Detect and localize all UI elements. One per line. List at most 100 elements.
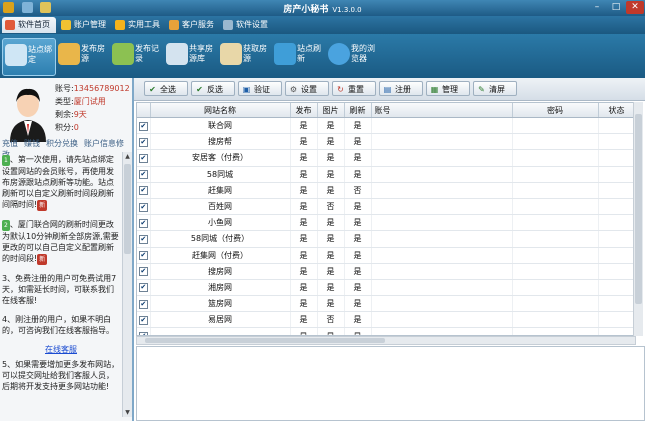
checkbox[interactable]: ✔ [138, 315, 148, 325]
table-row[interactable]: ✔ 安居客（付费）是是是 [137, 149, 635, 167]
account-cell[interactable] [371, 263, 513, 280]
row-checkbox[interactable]: ✔ [137, 133, 151, 151]
password-cell[interactable] [512, 263, 599, 280]
manage-button[interactable]: ▦ 管理 [426, 81, 470, 96]
tool-refresh[interactable]: 站点刷新 [272, 38, 324, 74]
row-checkbox[interactable]: ✔ [137, 182, 151, 199]
row-checkbox[interactable]: ✔ [137, 263, 151, 280]
checkbox[interactable]: ✔ [138, 170, 148, 180]
row-checkbox[interactable]: ✔ [137, 327, 151, 335]
col-publish[interactable]: 发布 [290, 103, 318, 118]
password-cell[interactable] [512, 214, 599, 232]
col-site-name[interactable]: 网站名称 [150, 103, 291, 118]
minimize-button[interactable]: – [588, 1, 606, 14]
account-cell[interactable] [371, 166, 513, 183]
tab-service[interactable]: 客户服务 [166, 17, 218, 33]
clear-screen-button[interactable]: ✎ 清屏 [473, 81, 517, 96]
select-all-button[interactable]: ✔ 全选 [144, 81, 188, 96]
checkbox[interactable]: ✔ [138, 202, 148, 212]
checkbox[interactable]: ✔ [138, 137, 148, 147]
row-checkbox[interactable]: ✔ [137, 230, 151, 248]
account-cell[interactable] [371, 198, 513, 216]
password-cell[interactable] [512, 198, 599, 216]
row-checkbox[interactable]: ✔ [137, 279, 151, 297]
password-cell[interactable] [512, 247, 599, 264]
table-hscrollbar[interactable] [136, 336, 636, 345]
settings-button[interactable]: ⚙ 设置 [285, 81, 329, 96]
table-scrollbar[interactable] [633, 102, 643, 336]
col-refresh[interactable]: 刷新 [344, 103, 372, 118]
reset-button[interactable]: ↻ 重置 [332, 81, 376, 96]
row-checkbox[interactable]: ✔ [137, 311, 151, 329]
table-row[interactable]: ✔ 小鱼网是是是 [137, 214, 635, 232]
account-cell[interactable] [371, 230, 513, 248]
checkbox[interactable]: ✔ [138, 234, 148, 244]
tool-fetch[interactable]: 获取房源 [218, 38, 270, 74]
account-cell[interactable] [371, 327, 513, 335]
table-row[interactable]: ✔ 联合网是是是 [137, 117, 635, 135]
log-output[interactable] [136, 346, 645, 421]
password-cell[interactable] [512, 311, 599, 329]
password-cell[interactable] [512, 295, 599, 313]
password-cell[interactable] [512, 182, 599, 199]
checkbox[interactable]: ✔ [138, 299, 148, 309]
checkbox[interactable]: ✔ [138, 153, 148, 163]
row-checkbox[interactable]: ✔ [137, 149, 151, 167]
account-cell[interactable] [371, 247, 513, 264]
tool-records[interactable]: 发布记录 [110, 38, 162, 74]
invert-select-button[interactable]: ✔ 反选 [191, 81, 235, 96]
scroll-up-icon[interactable]: ▲ [124, 153, 131, 160]
table-row[interactable]: ✔ 赶集网是是否 [137, 182, 635, 199]
table-row[interactable]: ✔ 篮房网是是是 [137, 295, 635, 313]
online-service-link[interactable]: 在线客服 [2, 344, 120, 355]
tool-share-library[interactable]: 共享房源库 [164, 38, 216, 74]
table-row[interactable]: ✔是是是 [137, 327, 635, 335]
tab-home[interactable]: 软件首页 [2, 17, 56, 33]
table-row[interactable]: ✔ 58同城（付费）是是是 [137, 230, 635, 248]
checkbox[interactable]: ✔ [138, 251, 148, 261]
col-account[interactable]: 账号 [371, 103, 513, 118]
password-cell[interactable] [512, 133, 599, 151]
scroll-down-icon[interactable]: ▼ [124, 409, 131, 416]
row-checkbox[interactable]: ✔ [137, 166, 151, 183]
tab-account[interactable]: 账户管理 [58, 17, 110, 33]
row-checkbox[interactable]: ✔ [137, 198, 151, 216]
close-button[interactable]: ✕ [626, 1, 644, 14]
account-cell[interactable] [371, 311, 513, 329]
password-cell[interactable] [512, 230, 599, 248]
checkbox[interactable]: ✔ [138, 267, 148, 277]
table-row[interactable]: ✔ 58同城是是是 [137, 166, 635, 183]
tab-settings[interactable]: 软件设置 [220, 17, 272, 33]
table-row[interactable]: ✔ 易居网是否是 [137, 311, 635, 329]
account-cell[interactable] [371, 214, 513, 232]
link-earn[interactable]: 赚钱 [24, 139, 40, 148]
hscroll-thumb[interactable] [145, 338, 385, 343]
col-password[interactable]: 密码 [512, 103, 599, 118]
account-cell[interactable] [371, 295, 513, 313]
account-cell[interactable] [371, 117, 513, 135]
notice-scrollbar[interactable]: ▲ ▼ [122, 152, 132, 417]
table-row[interactable]: ✔ 湘房网是是是 [137, 279, 635, 297]
row-checkbox[interactable]: ✔ [137, 247, 151, 264]
tab-tools[interactable]: 实用工具 [112, 17, 164, 33]
account-cell[interactable] [371, 279, 513, 297]
account-cell[interactable] [371, 149, 513, 167]
password-cell[interactable] [512, 279, 599, 297]
password-cell[interactable] [512, 166, 599, 183]
tool-publish[interactable]: 发布房源 [56, 38, 108, 74]
table-row[interactable]: ✔ 百姓网是否是 [137, 198, 635, 216]
password-cell[interactable] [512, 149, 599, 167]
maximize-button[interactable]: □ [607, 1, 625, 14]
scroll-thumb[interactable] [635, 114, 642, 304]
account-cell[interactable] [371, 133, 513, 151]
row-checkbox[interactable]: ✔ [137, 117, 151, 135]
checkbox[interactable]: ✔ [138, 121, 148, 131]
checkbox[interactable]: ✔ [138, 218, 148, 228]
table-row[interactable]: ✔ 搜房网是是是 [137, 263, 635, 280]
checkbox[interactable]: ✔ [138, 283, 148, 293]
tool-site-bind[interactable]: 站点绑定 [2, 38, 56, 76]
link-points-exchange[interactable]: 积分兑换 [46, 139, 78, 148]
password-cell[interactable] [512, 117, 599, 135]
register-button[interactable]: ▤ 注册 [379, 81, 423, 96]
col-status[interactable]: 状态 [598, 103, 635, 118]
